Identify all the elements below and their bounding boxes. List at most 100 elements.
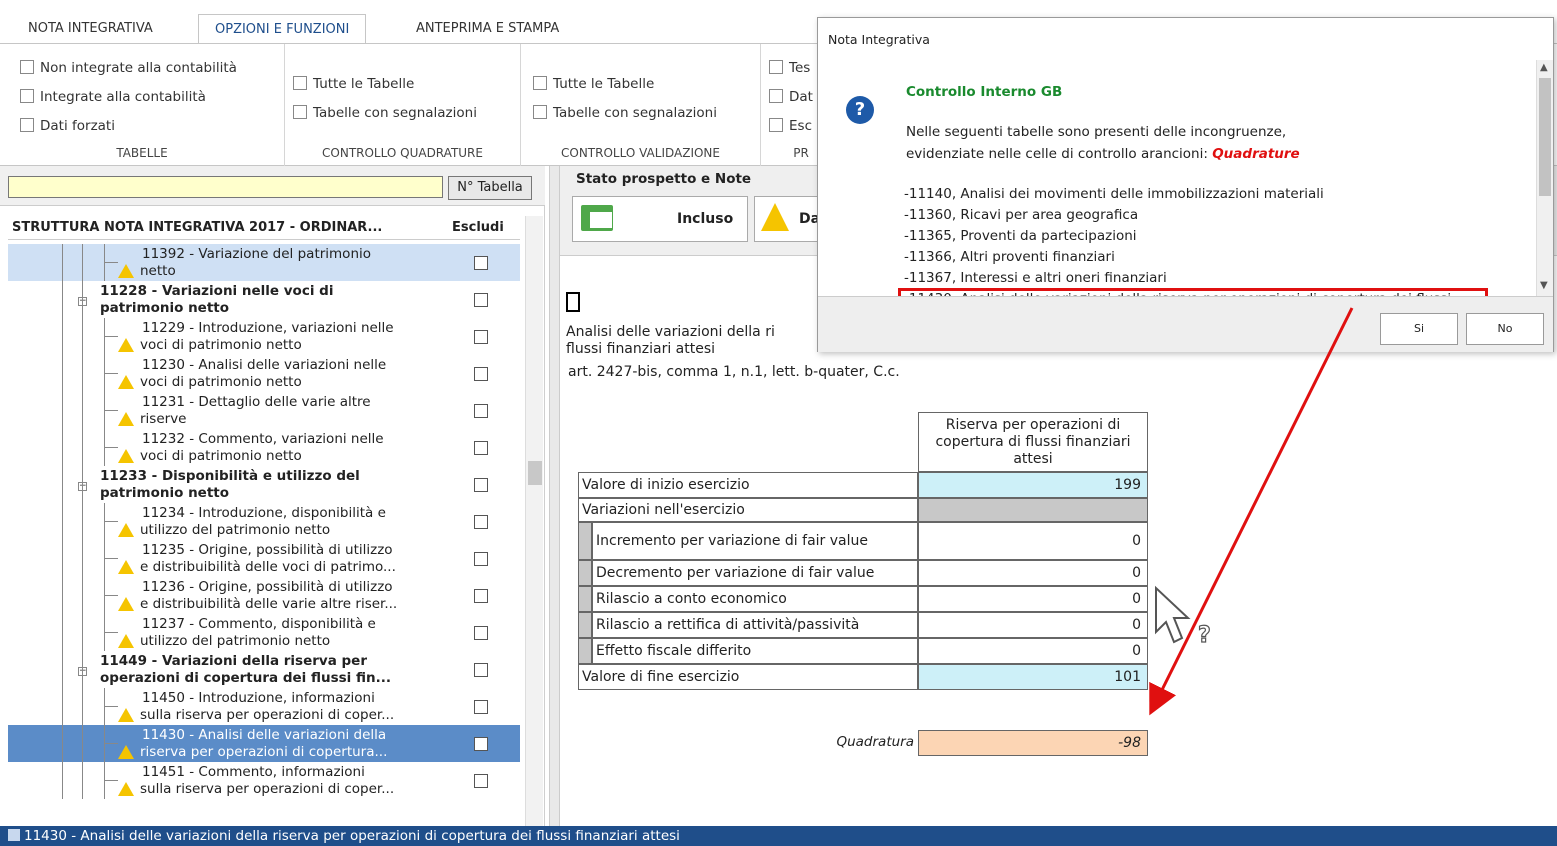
exclude-checkbox[interactable] <box>474 626 488 640</box>
dialog-list-item: -11365, Proventi da partecipazioni <box>904 228 1137 244</box>
row-value[interactable]: 0 <box>918 612 1148 638</box>
scrollbar-thumb[interactable] <box>1539 78 1551 196</box>
row-value[interactable] <box>918 498 1148 522</box>
row-value[interactable]: 101 <box>918 664 1148 690</box>
exclude-checkbox[interactable] <box>474 256 488 270</box>
exclude-checkbox[interactable] <box>474 515 488 529</box>
tree-node-label: 11236 - Origine, possibilità di utilizzo <box>142 579 393 595</box>
search-input[interactable] <box>8 176 443 198</box>
panel-splitter[interactable] <box>549 166 560 826</box>
tree-node[interactable]: 11236 - Origine, possibilità di utilizzo… <box>8 577 520 614</box>
tree-node-label: sulla riserva per operazioni di coper... <box>140 707 395 723</box>
tree-node[interactable]: −11449 - Variazioni della riserva perope… <box>8 651 520 688</box>
yes-button[interactable]: Si <box>1380 313 1458 345</box>
checkbox-esc[interactable]: Esc <box>769 118 812 134</box>
checkbox-quad-tutte[interactable]: Tutte le Tabelle <box>293 76 414 92</box>
exclude-checkbox[interactable] <box>474 330 488 344</box>
row-value[interactable]: 0 <box>918 638 1148 664</box>
tree-node[interactable]: 11232 - Commento, variazioni nelle voci d… <box>8 429 520 466</box>
checkbox-quad-segnalazioni[interactable]: Tabelle con segnalazioni <box>293 105 477 121</box>
scrollbar-thumb[interactable] <box>528 461 542 485</box>
row-value[interactable]: 0 <box>918 586 1148 612</box>
document-checkbox[interactable] <box>566 292 580 312</box>
scroll-down-icon[interactable]: ▼ <box>1540 280 1548 291</box>
checkbox-box[interactable] <box>533 105 547 119</box>
tree-node[interactable]: 11450 - Introduzione, informazioni sulla … <box>8 688 520 725</box>
exclude-checkbox[interactable] <box>474 367 488 381</box>
tab-opzioni-e-funzioni[interactable]: OPZIONI E FUNZIONI <box>198 14 367 44</box>
checkbox-val-segnalazioni[interactable]: Tabelle con segnalazioni <box>533 105 717 121</box>
checkbox-box[interactable] <box>20 118 34 132</box>
incluso-button[interactable]: Incluso <box>572 196 748 242</box>
tree-node[interactable]: 11229 - Introduzione, variazioni nelle vo… <box>8 318 520 355</box>
tree-node[interactable]: −11228 - Variazioni nelle voci dipatrimo… <box>8 281 520 318</box>
row-label: Variazioni nell'esercizio <box>578 498 918 522</box>
checkbox-val-tutte[interactable]: Tutte le Tabelle <box>533 76 654 92</box>
tree-node[interactable]: 11234 - Introduzione, disponibilità e uti… <box>8 503 520 540</box>
checkbox-box[interactable] <box>769 89 783 103</box>
tree-scrollbar[interactable] <box>525 216 543 826</box>
tree-node-label: 11232 - Commento, variazioni nelle <box>142 431 384 447</box>
n-tabella-button[interactable]: N° Tabella <box>448 176 532 200</box>
exclude-checkbox[interactable] <box>474 293 488 307</box>
warning-icon <box>118 708 134 722</box>
document-title-line1: Analisi delle variazioni della ri <box>566 324 775 340</box>
row-value[interactable]: 199 <box>918 472 1148 498</box>
checkbox-box[interactable] <box>20 60 34 74</box>
row-value[interactable]: 0 <box>918 522 1148 560</box>
checkbox-box[interactable] <box>769 60 783 74</box>
tree-connector <box>104 262 118 263</box>
exclude-checkbox[interactable] <box>474 737 488 751</box>
checkbox-dati-forzati[interactable]: Dati forzati <box>20 118 115 134</box>
quadratura-value[interactable]: -98 <box>918 730 1148 756</box>
checkbox-box[interactable] <box>293 76 307 90</box>
exclude-checkbox[interactable] <box>474 700 488 714</box>
dialog-list-item: -11360, Ricavi per area geografica <box>904 207 1139 223</box>
exclude-checkbox[interactable] <box>474 663 488 677</box>
checkbox-label: Tes <box>789 60 811 76</box>
tree-node-label: sulla riserva per operazioni di coper... <box>140 781 395 797</box>
tree-node-label: riserve <box>140 411 187 427</box>
exclude-checkbox[interactable] <box>474 404 488 418</box>
tree-node[interactable]: 11237 - Commento, disponibilità e utilizz… <box>8 614 520 651</box>
tree-header: STRUTTURA NOTA INTEGRATIVA 2017 - ORDINA… <box>8 216 520 240</box>
exclude-column-header: Escludi <box>452 220 504 235</box>
tree-node-label: 11449 - Variazioni della riserva per <box>100 653 367 669</box>
tree-node[interactable]: 11230 - Analisi delle variazioni nelle vo… <box>8 355 520 392</box>
checkbox-box[interactable] <box>533 76 547 90</box>
checkbox-tes[interactable]: Tes <box>769 60 810 76</box>
tree-node[interactable]: 11235 - Origine, possibilità di utilizzo… <box>8 540 520 577</box>
checkbox-box[interactable] <box>769 118 783 132</box>
row-value[interactable]: 0 <box>918 560 1148 586</box>
exclude-checkbox[interactable] <box>474 589 488 603</box>
scroll-up-icon[interactable]: ▲ <box>1540 62 1548 73</box>
tab-nota-integrativa[interactable]: NOTA INTEGRATIVA <box>12 14 169 44</box>
checkbox-box[interactable] <box>20 89 34 103</box>
tree-node-label: e distribuibilità delle varie altre rise… <box>140 596 398 612</box>
tree-node-label: 11231 - Dettaglio delle varie altre <box>142 394 371 410</box>
tree-connector <box>62 318 63 355</box>
tree-node-label: 11230 - Analisi delle variazioni nelle <box>142 357 387 373</box>
tree-connector <box>62 244 63 281</box>
tree-node[interactable]: 11392 - Variazione del patrimonio netto <box>8 244 520 281</box>
group-label-quadrature: CONTROLLO QUADRATURE <box>322 146 483 160</box>
tree-node-label: 11235 - Origine, possibilità di utilizzo <box>142 542 393 558</box>
tree-node[interactable]: −11233 - Disponibilità e utilizzo delpat… <box>8 466 520 503</box>
tree-node[interactable]: 11231 - Dettaglio delle varie altre riser… <box>8 392 520 429</box>
checkbox-integrate[interactable]: Integrate alla contabilità <box>20 89 206 105</box>
exclude-checkbox[interactable] <box>474 478 488 492</box>
exclude-checkbox[interactable] <box>474 441 488 455</box>
warning-icon <box>118 412 134 426</box>
checkbox-box[interactable] <box>293 105 307 119</box>
tree-connector <box>82 466 83 503</box>
exclude-checkbox[interactable] <box>474 552 488 566</box>
checkbox-dat[interactable]: Dat <box>769 89 813 105</box>
dialog-scrollbar[interactable]: ▲ ▼ <box>1536 60 1553 296</box>
tree-node[interactable]: 11430 - Analisi delle variazioni della ri… <box>8 725 520 762</box>
warning-icon <box>118 560 134 574</box>
no-button[interactable]: No <box>1466 313 1544 345</box>
tree-node[interactable]: 11451 - Commento, informazioni sulla rise… <box>8 762 520 799</box>
tab-anteprima-e-stampa[interactable]: ANTEPRIMA E STAMPA <box>400 14 575 44</box>
exclude-checkbox[interactable] <box>474 774 488 788</box>
checkbox-non-integrate[interactable]: Non integrate alla contabilità <box>20 60 237 76</box>
